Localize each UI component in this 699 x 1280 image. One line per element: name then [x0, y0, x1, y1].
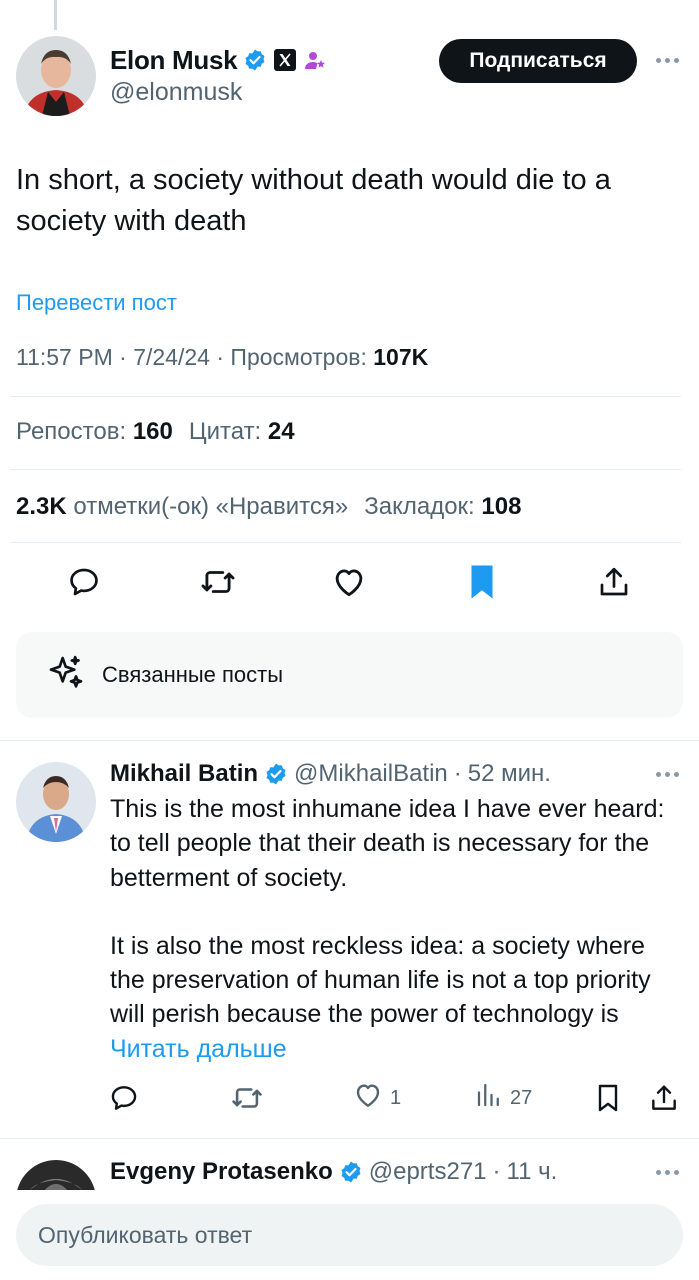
meta-separator: ·: [492, 1158, 501, 1185]
related-posts-label: Связанные посты: [102, 662, 284, 687]
reply-header: Mikhail Batin @MikhailBatin · 52 мин.: [110, 760, 551, 788]
more-options-icon[interactable]: [656, 1170, 679, 1175]
like-button[interactable]: 1: [352, 1080, 401, 1116]
meta-separator: ·: [119, 344, 134, 370]
reply-text: This is the most inhumane idea I have ev…: [110, 792, 670, 1066]
more-options-icon[interactable]: [656, 772, 679, 777]
quotes-stat[interactable]: Цитат: 24: [189, 418, 295, 446]
avatar[interactable]: [16, 1160, 96, 1190]
share-icon[interactable]: [648, 1080, 680, 1116]
author-name[interactable]: Elon Musk: [110, 45, 238, 76]
related-posts-button[interactable]: Связанные посты: [16, 632, 683, 718]
thread-connector-line: [54, 0, 57, 30]
reposts-label: Репостов:: [16, 418, 127, 445]
likes-label: отметки(-ок) «Нравится»: [73, 493, 349, 520]
reply-paragraph: This is the most inhumane idea I have ev…: [110, 795, 665, 892]
bookmarks-label: Закладок:: [364, 493, 475, 520]
quotes-label: Цитат:: [188, 418, 262, 445]
tweet-text: In short, a society without death would …: [16, 164, 611, 237]
reply-header: Evgeny Protasenko @eprts271 · 11 ч.: [110, 1158, 557, 1186]
views-label: Просмотров:: [230, 344, 367, 370]
bookmark-filled-icon[interactable]: [460, 560, 504, 604]
repost-icon[interactable]: [230, 1080, 264, 1116]
reply-icon[interactable]: [108, 1080, 140, 1116]
main-tweet-header: Elon Musk @elonmusk Подписаться: [16, 36, 683, 118]
like-bookmark-stats: 2.3K отметки(-ок) «Нравится» Закладок: 1…: [16, 493, 521, 521]
x-affiliate-icon: [273, 48, 297, 72]
likes-stat[interactable]: 2.3K отметки(-ок) «Нравится»: [16, 493, 348, 521]
more-options-icon[interactable]: [656, 58, 679, 63]
tweet-action-bar: [0, 560, 699, 604]
author-handle[interactable]: @elonmusk: [110, 78, 327, 107]
reply-paragraph: It is also the most reckless idea: a soc…: [110, 929, 670, 1066]
reply-input[interactable]: Опубликовать ответ: [16, 1204, 683, 1266]
avatar[interactable]: [16, 762, 96, 842]
verified-badge-icon: [339, 1160, 363, 1184]
share-icon[interactable]: [592, 560, 636, 604]
verified-badge-icon: [243, 48, 267, 72]
reposts-stat[interactable]: Репостов: 160: [16, 418, 173, 446]
author-info: Elon Musk @elonmusk: [110, 44, 327, 107]
reply-author-name[interactable]: Mikhail Batin: [110, 760, 258, 788]
divider: [10, 469, 681, 470]
tweet-time[interactable]: 11:57 PM: [16, 344, 113, 370]
like-icon[interactable]: [327, 560, 371, 604]
like-count: 1: [390, 1086, 402, 1109]
bookmarks-stat[interactable]: Закладок: 108: [364, 493, 521, 521]
translate-link[interactable]: Перевести пост: [16, 290, 177, 316]
reply-author-handle[interactable]: @eprts271: [369, 1158, 487, 1186]
repost-icon[interactable]: [196, 560, 240, 604]
like-icon: [352, 1079, 384, 1117]
meta-separator: ·: [453, 760, 462, 787]
meta-separator: ·: [216, 344, 231, 370]
reply-action-bar: 1 27: [0, 1080, 699, 1116]
views-count: 27: [510, 1086, 533, 1109]
reply-tweet[interactable]: Mikhail Batin @MikhailBatin · 52 мин. Th…: [0, 740, 699, 1138]
bookmarks-count: 108: [481, 493, 522, 520]
compose-reply-bar: Опубликовать ответ: [0, 1190, 699, 1280]
verified-badge-icon: [264, 762, 288, 786]
avatar[interactable]: [16, 36, 96, 116]
repost-quote-stats: Репостов: 160 Цитат: 24: [16, 418, 295, 446]
views-chart-icon: [474, 1080, 504, 1116]
person-star-icon: [303, 48, 327, 72]
tweet-date[interactable]: 7/24/24: [133, 344, 210, 370]
sparkle-icon: [46, 653, 86, 698]
subscribe-button[interactable]: Подписаться: [439, 39, 637, 83]
reply-author-name[interactable]: Evgeny Protasenko: [110, 1158, 333, 1186]
likes-count: 2.3K: [16, 493, 67, 520]
views-button[interactable]: 27: [474, 1080, 532, 1116]
reply-time[interactable]: 52 мин.: [468, 760, 551, 788]
reply-paragraph-text: It is also the most reckless idea: a soc…: [110, 931, 651, 1029]
tweet-meta: 11:57 PM · 7/24/24 · Просмотров: 107K: [16, 344, 428, 371]
divider: [10, 396, 681, 397]
reply-author-handle[interactable]: @MikhailBatin: [294, 760, 448, 788]
divider: [10, 542, 681, 543]
reposts-count: 160: [132, 418, 173, 445]
read-more-link[interactable]: Читать дальше: [110, 1035, 287, 1063]
quotes-count: 24: [267, 418, 295, 445]
reply-tweet[interactable]: Evgeny Protasenko @eprts271 · 11 ч.: [0, 1138, 699, 1190]
reply-time[interactable]: 11 ч.: [507, 1158, 558, 1186]
bookmark-icon[interactable]: [592, 1080, 624, 1116]
reply-icon[interactable]: [62, 560, 106, 604]
views-count[interactable]: 107K: [373, 344, 428, 370]
